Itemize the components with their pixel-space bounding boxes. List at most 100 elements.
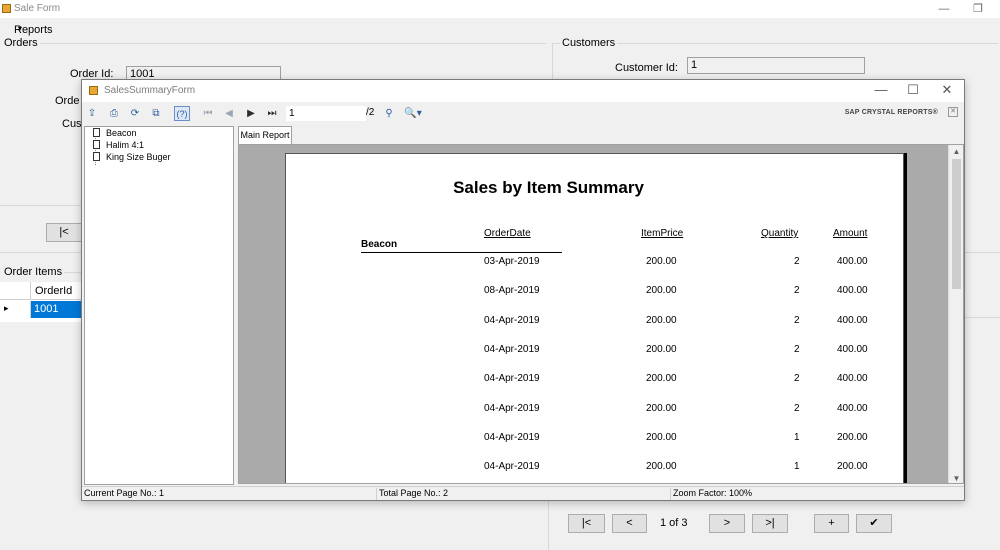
order-items-grid[interactable]: OrderId ▸ 1001 bbox=[0, 282, 82, 322]
cell-quantity: 2 bbox=[794, 256, 800, 267]
report-viewer: Sales by Item Summary OrderDate ItemPric… bbox=[238, 144, 964, 484]
group-tree-icon[interactable]: (?) bbox=[174, 106, 190, 121]
orders-group-label: Orders bbox=[2, 37, 40, 49]
cell-itemprice: 200.00 bbox=[646, 431, 677, 443]
order-items-group-border bbox=[64, 272, 82, 273]
customer-id-label: Customer Id: bbox=[615, 62, 678, 74]
document-icon bbox=[93, 152, 100, 161]
group-underline bbox=[361, 252, 562, 253]
add-button[interactable]: + bbox=[814, 514, 849, 533]
cell-itemprice: 200.00 bbox=[646, 402, 677, 414]
brand-close-icon[interactable]: ✕ bbox=[948, 107, 958, 117]
cell-itemprice: 200.00 bbox=[646, 314, 677, 326]
last-page-icon[interactable]: ⏭ bbox=[264, 106, 280, 121]
save-button[interactable]: ✔ bbox=[856, 514, 892, 533]
cell-quantity: 1 bbox=[794, 461, 800, 473]
sales-summary-title: SalesSummaryForm bbox=[104, 85, 196, 96]
column-header-amount: Amount bbox=[833, 228, 868, 239]
grid-column-orderid[interactable]: OrderId bbox=[31, 282, 82, 300]
order-date-label: Orde bbox=[55, 95, 80, 107]
zoom-icon[interactable]: 🔍▾ bbox=[402, 106, 424, 121]
column-header-orderdate: OrderDate bbox=[484, 228, 531, 239]
sale-form-titlebar: Sale Form — ❐ bbox=[0, 0, 1000, 18]
menu-bar: Reports ▾ bbox=[0, 18, 1000, 36]
cell-itemprice: 200.00 bbox=[646, 461, 677, 473]
report-statusbar: Current Page No.: 1 Total Page No.: 2 Zo… bbox=[82, 486, 964, 500]
minimize-button[interactable]: — bbox=[930, 1, 958, 17]
grid-cell-selected[interactable]: 1001 bbox=[31, 301, 82, 318]
cell-orderdate: 04-Apr-2019 bbox=[484, 314, 540, 326]
refresh-icon[interactable]: ⟳ bbox=[127, 106, 143, 121]
cell-orderdate: 04-Apr-2019 bbox=[484, 402, 540, 414]
tree-node[interactable]: Halim 4:1 bbox=[93, 139, 144, 151]
cell-orderdate: 04-Apr-2019 bbox=[484, 343, 540, 355]
scroll-down-icon[interactable]: ▼ bbox=[949, 472, 963, 483]
report-tabstrip: Main Report bbox=[238, 126, 964, 144]
column-header-quantity: Quantity bbox=[761, 228, 799, 239]
right-panel-edge bbox=[965, 252, 1000, 292]
sales-summary-window: SalesSummaryForm — ☐ ✕ ⇪ ⎙ ⟳ ⧉ (?) ⏮ ◀ ▶… bbox=[81, 79, 965, 501]
cell-quantity: 2 bbox=[794, 285, 800, 297]
copy-icon[interactable]: ⧉ bbox=[148, 106, 164, 121]
page-total: /2 bbox=[366, 107, 375, 118]
first-record-button[interactable]: |< bbox=[46, 223, 82, 242]
nav-last-button[interactable]: >| bbox=[752, 514, 788, 533]
window-close-button[interactable]: ✕ bbox=[930, 80, 964, 102]
customer-id-field[interactable]: 1 bbox=[687, 57, 865, 74]
tab-main-report[interactable]: Main Report bbox=[238, 126, 292, 144]
page-number-input[interactable] bbox=[286, 106, 366, 121]
scroll-up-icon[interactable]: ▲ bbox=[949, 145, 963, 158]
customers-group-label: Customers bbox=[560, 37, 618, 49]
cell-quantity: 2 bbox=[794, 314, 800, 326]
report-title: Sales by Item Summary bbox=[453, 178, 644, 197]
status-current-page: Current Page No.: 1 bbox=[82, 488, 377, 500]
document-icon bbox=[93, 128, 100, 137]
tree-node[interactable]: King Size Buger bbox=[93, 151, 171, 163]
tree-node[interactable]: Beacon bbox=[93, 127, 137, 139]
nav-prev-button[interactable]: < bbox=[612, 514, 647, 533]
checkmark-icon: ✔ bbox=[869, 517, 879, 529]
cell-quantity: 1 bbox=[794, 431, 800, 443]
window-maximize-button[interactable]: ☐ bbox=[896, 80, 930, 102]
window-minimize-button[interactable]: — bbox=[864, 80, 898, 102]
prev-page-icon[interactable]: ◀ bbox=[221, 106, 237, 121]
sap-crystal-brand: SAP CRYSTAL REPORTS® bbox=[844, 109, 938, 116]
nav-next-button[interactable]: > bbox=[709, 514, 745, 533]
group-tree-panel: Beacon Halim 4:1 King Size Buger bbox=[84, 126, 234, 485]
cell-itemprice: 200.00 bbox=[646, 256, 677, 267]
next-page-icon[interactable]: ▶ bbox=[243, 106, 259, 121]
grid-corner-header bbox=[0, 282, 31, 300]
cell-quantity: 2 bbox=[794, 343, 800, 355]
tree-node-label: Halim 4:1 bbox=[106, 140, 145, 150]
nav-page-indicator: 1 of 3 bbox=[660, 517, 688, 529]
cell-orderdate: 03-Apr-2019 bbox=[484, 256, 540, 267]
nav-first-button[interactable]: |< bbox=[568, 514, 605, 533]
report-toolbar: ⇪ ⎙ ⟳ ⧉ (?) ⏮ ◀ ▶ ⏭ /2 ⚲ 🔍▾ SAP CRYSTAL … bbox=[82, 104, 964, 124]
scroll-thumb[interactable] bbox=[952, 159, 961, 289]
cell-quantity: 2 bbox=[794, 402, 800, 414]
orders-group-border bbox=[2, 43, 546, 44]
cell-amount: 400.00 bbox=[837, 256, 868, 267]
cell-itemprice: 200.00 bbox=[646, 285, 677, 297]
customer-label: Cus bbox=[62, 118, 82, 130]
cell-amount: 400.00 bbox=[837, 373, 868, 385]
customers-group-border bbox=[552, 43, 998, 44]
find-icon[interactable]: ⚲ bbox=[381, 106, 397, 121]
cell-amount: 400.00 bbox=[837, 314, 868, 326]
status-zoom: Zoom Factor: 100% bbox=[673, 488, 753, 498]
cell-amount: 400.00 bbox=[837, 285, 868, 297]
export-icon[interactable]: ⇪ bbox=[84, 106, 100, 121]
sales-summary-titlebar: SalesSummaryForm — ☐ ✕ bbox=[82, 80, 964, 102]
cell-amount: 200.00 bbox=[837, 461, 868, 473]
grid-row-marker: ▸ bbox=[0, 301, 31, 318]
cell-orderdate: 04-Apr-2019 bbox=[484, 461, 540, 473]
app-icon bbox=[2, 4, 11, 13]
vertical-scrollbar[interactable]: ▲ ▼ bbox=[948, 145, 963, 483]
menu-reports-arrow: ▾ bbox=[18, 24, 23, 33]
restore-button[interactable]: ❐ bbox=[964, 1, 992, 17]
tree-node-label: King Size Buger bbox=[106, 152, 171, 162]
first-page-icon[interactable]: ⏮ bbox=[200, 106, 216, 121]
print-icon[interactable]: ⎙ bbox=[106, 106, 122, 121]
tree-node-label: Beacon bbox=[106, 128, 137, 138]
cell-itemprice: 200.00 bbox=[646, 343, 677, 355]
